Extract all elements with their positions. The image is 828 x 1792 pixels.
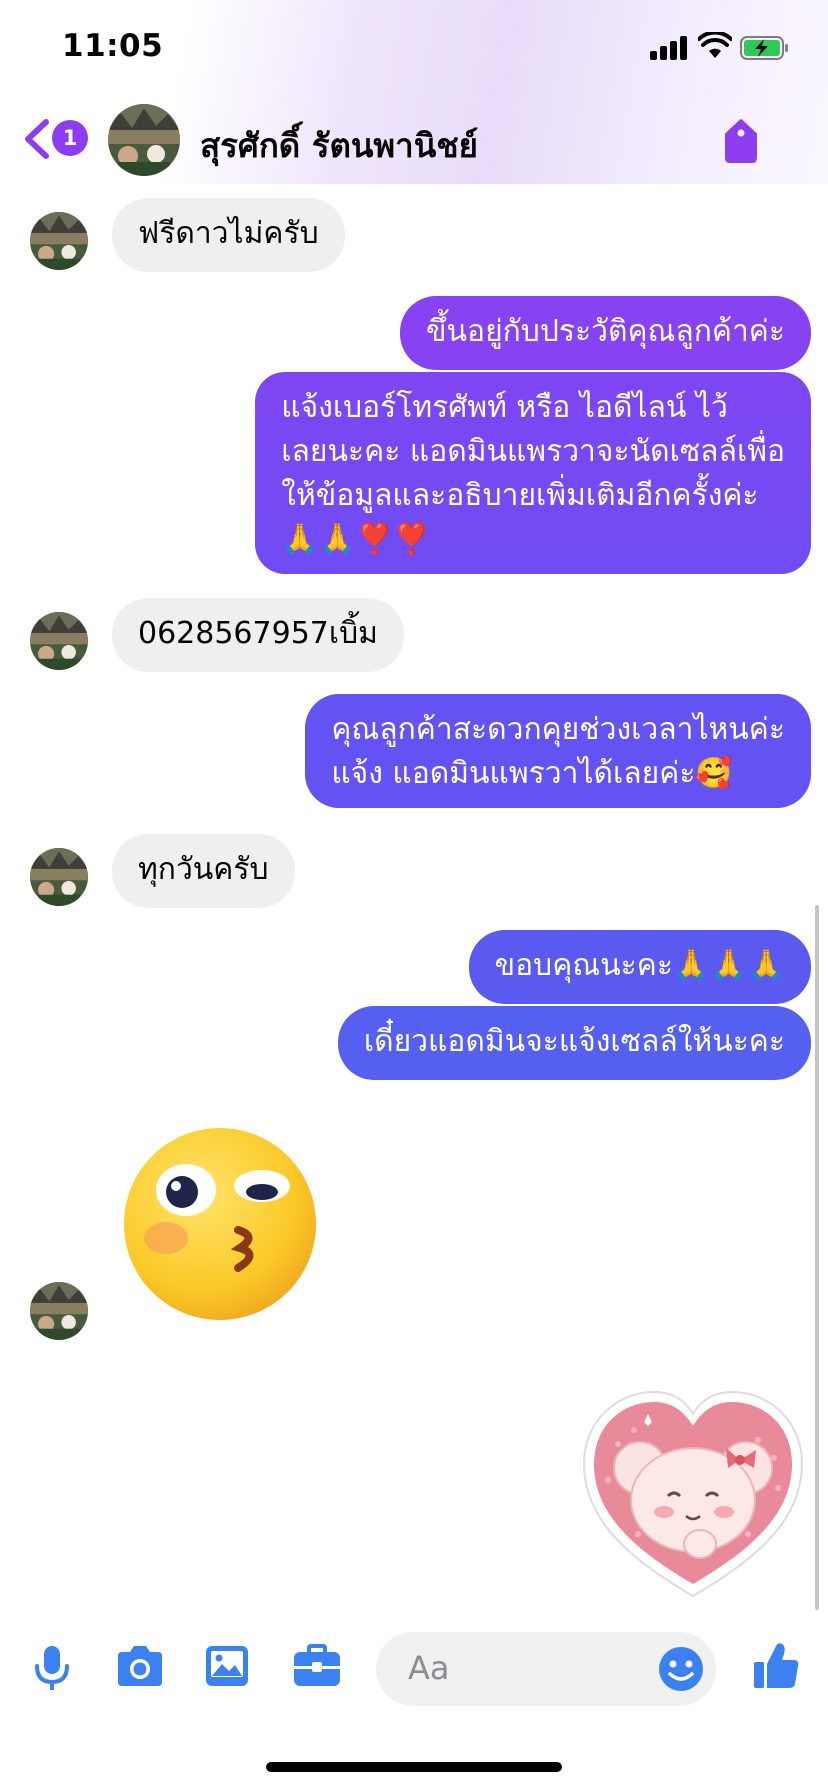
scrollbar[interactable] (815, 905, 819, 1610)
message-line: ให้ข้อมูลและอธิบายเพิ่มเติมอีกครั้งค่ะ (281, 478, 759, 513)
message-bubble-incoming[interactable]: ทุกวันครับ (112, 834, 295, 908)
cellular-signal-icon (650, 36, 690, 60)
message-input-placeholder: Aa (408, 1649, 450, 1687)
briefcase-icon[interactable] (292, 1644, 342, 1688)
gallery-icon[interactable] (204, 1644, 250, 1688)
message-bubble-incoming[interactable]: ฟรีดาวไม่ครับ (112, 198, 345, 272)
message-line: เลยนะคะ แอดมินแพรวาจะนัดเซลล์เพื่อ (281, 434, 785, 469)
message-text: ฟรีดาวไม่ครับ (138, 216, 319, 251)
sender-avatar[interactable] (30, 848, 88, 906)
message-line: 🙏🙏❣️❣️ (281, 522, 431, 557)
back-chevron-icon[interactable] (22, 118, 50, 160)
message-line: คุณลูกค้าสะดวกคุยช่วงเวลาไหนค่ะ (331, 712, 785, 747)
message-text: ทุกวันครับ (138, 852, 269, 887)
message-text: เดี๋ยวแอดมินจะแจ้งเซลล์ให้นะคะ (363, 1024, 785, 1059)
microphone-icon[interactable] (32, 1644, 72, 1692)
message-bubble-outgoing[interactable]: แจ้งเบอร์โทรศัพท์ หรือ ไอดีไลน์ ไว้ เลยน… (255, 372, 811, 574)
contact-name[interactable]: สุรศักดิ์ รัตนพานิชย์ (200, 119, 478, 172)
contact-avatar[interactable] (108, 104, 180, 176)
message-bubble-outgoing[interactable]: ขึ้นอยู่กับประวัติคุณลูกค้าค่ะ (400, 296, 811, 370)
label-tag-icon[interactable] (720, 118, 762, 164)
unread-badge[interactable]: 1 (52, 120, 88, 156)
message-bubble-outgoing[interactable]: เดี๋ยวแอดมินจะแจ้งเซลล์ให้นะคะ (337, 1006, 811, 1080)
camera-icon[interactable] (114, 1644, 166, 1688)
bear-heart-sticker[interactable] (578, 1384, 808, 1604)
message-line: แจ้งเบอร์โทรศัพท์ หรือ ไอดีไลน์ ไว้ (281, 390, 728, 425)
message-text: ขึ้นอยู่กับประวัติคุณลูกค้าค่ะ (426, 314, 785, 349)
wifi-icon (698, 32, 732, 58)
kissing-face-sticker[interactable] (122, 1126, 318, 1322)
message-line: แจ้ง แอดมินแพรวาได้เลยค่ะ🥰 (331, 756, 733, 791)
message-bubble-incoming[interactable]: 0628567957เบิ้ม (112, 598, 404, 672)
emoji-icon[interactable] (658, 1646, 704, 1692)
status-time: 11:05 (62, 28, 164, 64)
message-bubble-outgoing[interactable]: ขอบคุณนะคะ🙏🙏🙏 (468, 930, 811, 1004)
sender-avatar[interactable] (30, 212, 88, 270)
like-thumbs-up-icon[interactable] (752, 1640, 800, 1690)
message-bubble-outgoing[interactable]: คุณลูกค้าสะดวกคุยช่วงเวลาไหนค่ะ แจ้ง แอด… (305, 694, 811, 808)
battery-charging-icon (740, 36, 788, 60)
sender-avatar[interactable] (30, 1282, 88, 1340)
home-indicator (266, 1762, 562, 1772)
message-text: 0628567957เบิ้ม (138, 616, 378, 651)
sender-avatar[interactable] (30, 612, 88, 670)
message-input[interactable]: Aa (376, 1632, 716, 1706)
message-text: ขอบคุณนะคะ🙏🙏🙏 (494, 948, 785, 983)
